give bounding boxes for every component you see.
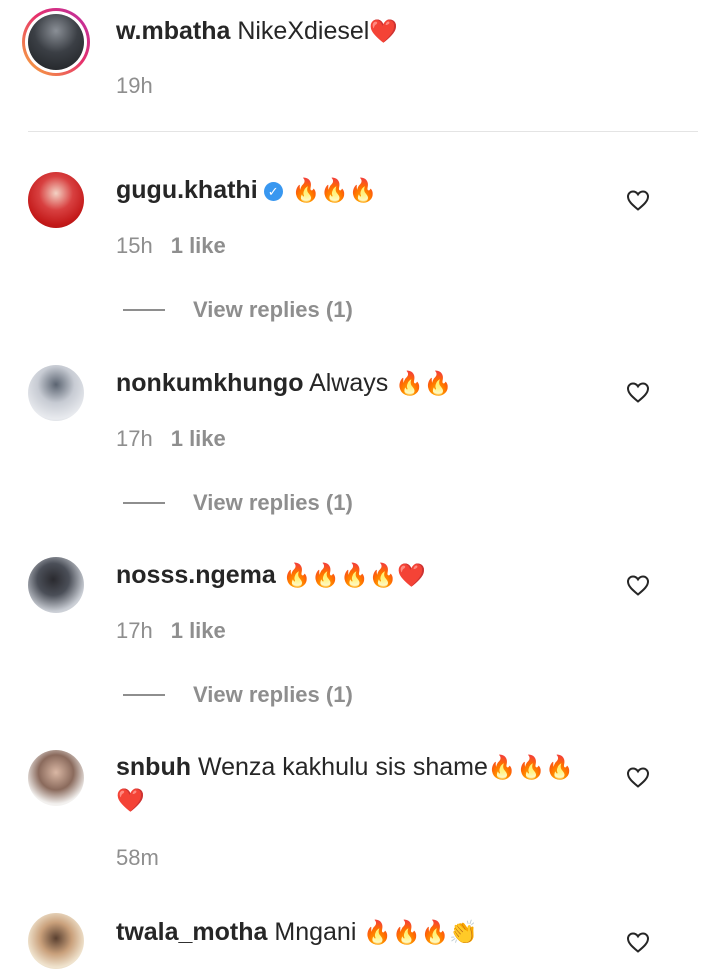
- comment-time: 15h: [116, 233, 153, 258]
- like-heart-icon[interactable]: [624, 186, 652, 214]
- comment-likes[interactable]: 1 like: [171, 618, 226, 643]
- comment-text: Mngani: [274, 918, 357, 946]
- comment-text: Always: [309, 369, 389, 397]
- comment-line: nonkumkhungo Always 🔥🔥: [116, 367, 452, 400]
- replies-dash: [123, 694, 165, 696]
- verified-badge-icon: ✓: [263, 182, 283, 201]
- commenter-avatar[interactable]: [28, 913, 84, 969]
- like-heart-icon[interactable]: [624, 928, 652, 956]
- comment-line: gugu.khathi ✓ 🔥🔥🔥: [116, 174, 378, 207]
- comment-username[interactable]: twala_motha: [116, 918, 267, 946]
- comment-username[interactable]: nonkumkhungo: [116, 369, 303, 397]
- view-replies-label: View replies (1): [193, 490, 353, 515]
- like-heart-icon[interactable]: [624, 763, 652, 791]
- comment-time: 17h: [116, 618, 153, 643]
- divider: [28, 131, 698, 132]
- comment-username[interactable]: nosss.ngema: [116, 561, 276, 589]
- caption-time: 19h: [116, 73, 153, 98]
- comment-meta: 17h 1 like: [116, 425, 226, 453]
- fire-emoji-icon: 🔥🔥🔥🔥❤️: [282, 563, 426, 589]
- caption-text: NikeXdiesel: [237, 17, 370, 45]
- comment-time: 17h: [116, 426, 153, 451]
- commenter-avatar[interactable]: [28, 365, 84, 421]
- view-replies-label: View replies (1): [193, 682, 353, 707]
- comment-username[interactable]: snbuh: [116, 753, 191, 781]
- view-replies-label: View replies (1): [193, 297, 353, 322]
- caption-avatar[interactable]: [22, 8, 90, 76]
- caption-username[interactable]: w.mbatha: [116, 17, 230, 45]
- fire-emoji-icon: 🔥🔥: [395, 371, 453, 397]
- like-heart-icon[interactable]: [624, 571, 652, 599]
- comment-username[interactable]: gugu.khathi: [116, 176, 258, 204]
- commenter-avatar[interactable]: [28, 172, 84, 228]
- fire-emoji-icon: 🔥🔥🔥: [291, 178, 378, 204]
- replies-dash: [123, 502, 165, 504]
- comment-time: 58m: [116, 845, 159, 870]
- heart-emoji-icon: ❤️: [369, 19, 398, 45]
- post-caption: w.mbatha NikeXdiesel❤️ 19h: [0, 0, 720, 132]
- commenter-avatar[interactable]: [28, 750, 84, 806]
- like-heart-icon[interactable]: [624, 378, 652, 406]
- comment-likes[interactable]: 1 like: [171, 233, 226, 258]
- replies-dash: [123, 309, 165, 311]
- comment-text: Wenza kakhulu sis shame: [197, 753, 488, 781]
- commenter-avatar[interactable]: [28, 557, 84, 613]
- fire-emoji-icon: 🔥🔥🔥👏: [363, 920, 478, 946]
- comment-line: nosss.ngema 🔥🔥🔥🔥❤️: [116, 559, 426, 592]
- comment-meta: 17h 1 like: [116, 617, 226, 645]
- comment-line: twala_motha Mngani 🔥🔥🔥👏: [116, 916, 478, 949]
- comment-meta: 15h 1 like: [116, 232, 226, 260]
- comment-line: snbuh Wenza kakhulu sis shame🔥🔥🔥❤️: [116, 751, 586, 817]
- caption-line: w.mbatha NikeXdiesel❤️: [116, 15, 398, 48]
- comment-likes[interactable]: 1 like: [171, 426, 226, 451]
